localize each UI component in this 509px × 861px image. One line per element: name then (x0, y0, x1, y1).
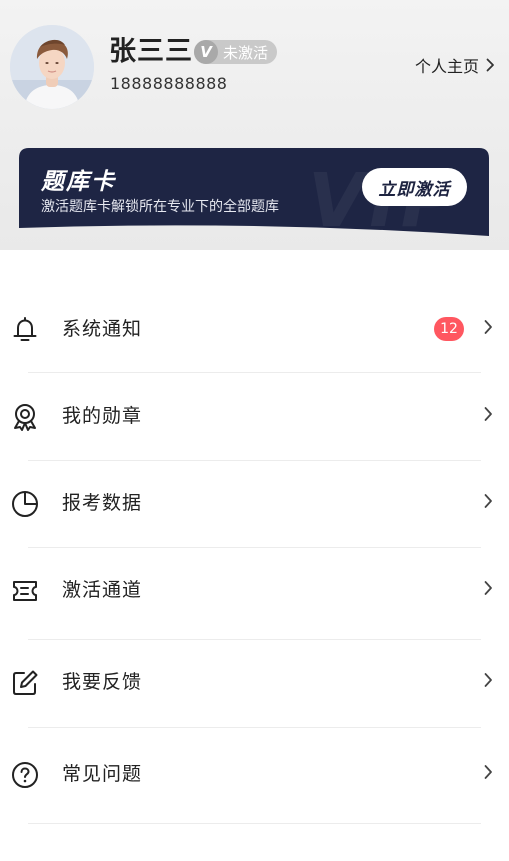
menu-item-label: 激活通道 (62, 579, 143, 601)
menu-divider (28, 372, 481, 373)
activation-status-badge: V 未激活 (194, 40, 278, 64)
menu-divider (28, 547, 481, 548)
activation-status-text: 未激活 (223, 43, 269, 62)
medal-icon (14, 404, 36, 431)
menu-item-label: 系统通知 (62, 318, 143, 340)
activate-now-button[interactable]: 立即激活 (362, 168, 467, 206)
personal-homepage-label: 个人主页 (414, 57, 479, 76)
chevron-right-icon (484, 581, 492, 595)
chevron-right-icon (484, 407, 492, 421)
personal-homepage-link[interactable]: 个人主页 (415, 53, 495, 77)
menu-divider (28, 460, 481, 461)
menu-item-feedback[interactable]: 我要反馈 (0, 652, 509, 712)
menu-divider (28, 727, 481, 728)
ticket-icon (13, 581, 37, 601)
notification-count-badge: 12 (434, 317, 464, 341)
edit-icon (13, 670, 38, 695)
vip-v-icon: V (194, 40, 218, 64)
chevron-right-icon (486, 58, 494, 72)
question-bank-card[interactable]: VIP 题库卡 激活题库卡解锁所在专业下的全部题库 立即激活 (19, 148, 489, 238)
phone-number: 18888888888 (110, 74, 228, 93)
menu-item-label: 我要反馈 (62, 671, 143, 693)
menu-item-exam-data[interactable]: 报考数据 (0, 473, 509, 533)
chevron-right-icon (484, 320, 492, 334)
chevron-right-icon (484, 765, 492, 779)
menu-item-medals[interactable]: 我的勋章 (0, 386, 509, 446)
pie-chart-icon (12, 491, 38, 517)
question-icon (12, 762, 38, 788)
profile-header: 张三三 V 未激活 18888888888 个人主页 (0, 0, 509, 140)
card-title: 题库卡 (41, 169, 116, 195)
chevron-right-icon (484, 673, 492, 687)
menu-item-notifications[interactable]: 系统通知 12 (0, 299, 509, 359)
menu-item-label: 我的勋章 (62, 405, 143, 427)
card-description: 激活题库卡解锁所在专业下的全部题库 (41, 199, 279, 215)
chevron-right-icon (484, 494, 492, 508)
menu-divider (28, 823, 481, 824)
avatar[interactable] (10, 25, 94, 109)
username: 张三三 (109, 36, 193, 67)
bell-icon (13, 317, 37, 341)
menu-item-label: 常见问题 (62, 763, 143, 785)
menu-item-faq[interactable]: 常见问题 (0, 744, 509, 804)
menu-divider (28, 639, 481, 640)
menu-item-activation-channel[interactable]: 激活通道 (0, 560, 509, 620)
menu-item-label: 报考数据 (62, 492, 143, 514)
